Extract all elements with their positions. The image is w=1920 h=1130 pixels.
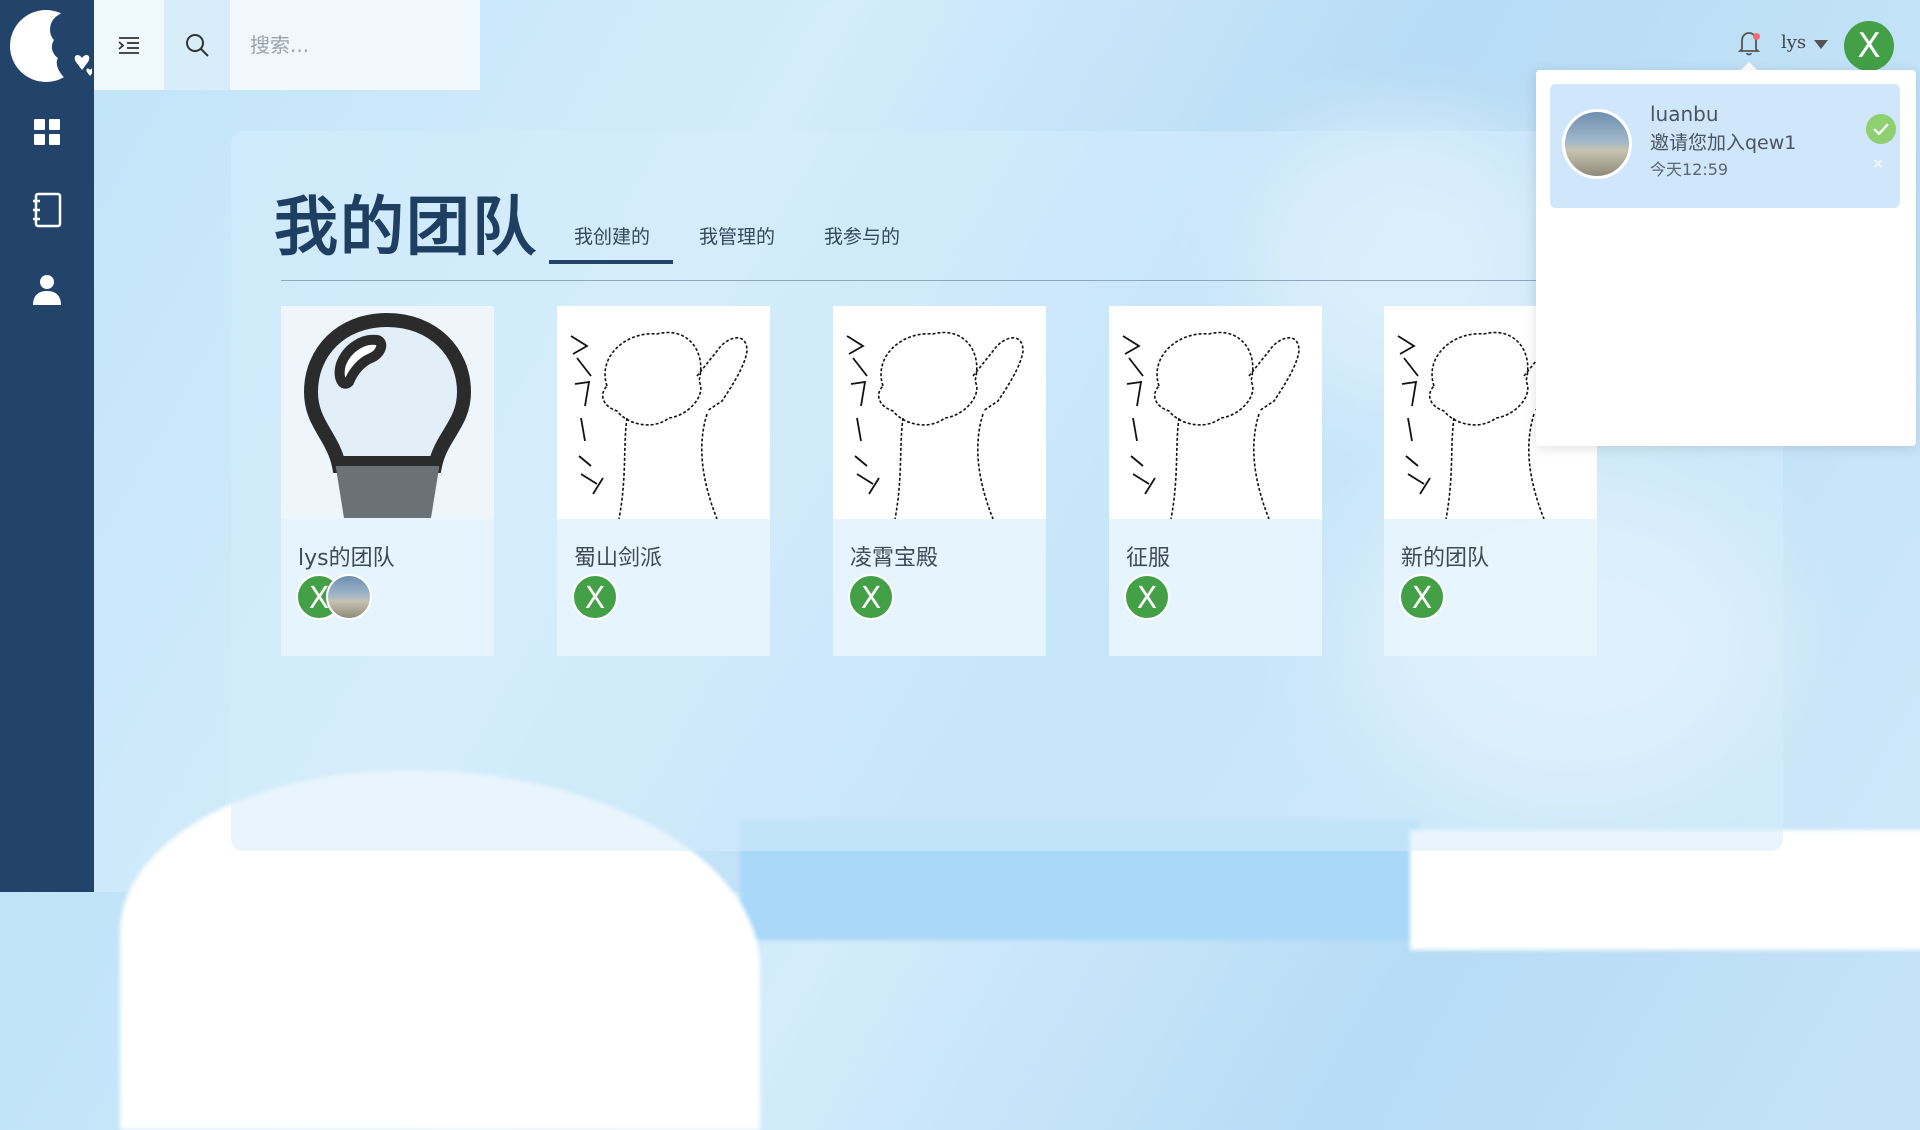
team-name: lys的团队 xyxy=(298,546,395,571)
team-name: 蜀山剑派 xyxy=(574,546,663,571)
notification-time: 今天12:59 xyxy=(1650,160,1729,179)
search-button[interactable] xyxy=(164,0,230,90)
search-input[interactable] xyxy=(230,0,480,90)
dashboard-icon[interactable] xyxy=(27,112,67,152)
sketch-image xyxy=(846,331,1024,519)
team-image xyxy=(833,306,1046,519)
team-name: 凌霄宝殿 xyxy=(850,546,939,571)
team-name: 新的团队 xyxy=(1401,546,1490,571)
team-image xyxy=(281,306,494,519)
team-name: 征服 xyxy=(1126,546,1171,571)
reject-button[interactable]: × xyxy=(1872,156,1884,172)
member-avatar: X xyxy=(572,574,618,620)
active-tab-indicator xyxy=(549,260,673,264)
notification-message: 邀请您加入qew1 xyxy=(1650,132,1797,154)
menu-toggle-button[interactable] xyxy=(94,0,164,90)
team-image xyxy=(1109,306,1322,519)
member-avatar-photo xyxy=(326,574,372,620)
team-card[interactable]: 蜀山剑派 X xyxy=(557,306,770,656)
tab-managed[interactable]: 我管理的 xyxy=(699,222,775,249)
notification-dot xyxy=(1753,33,1760,40)
divider xyxy=(281,280,1541,281)
team-card[interactable]: 征服 X xyxy=(1109,306,1322,656)
team-image xyxy=(557,306,770,519)
user-avatar[interactable]: X xyxy=(1844,21,1894,71)
sender-avatar xyxy=(1562,109,1632,179)
sketch-image xyxy=(1122,331,1300,519)
indent-icon xyxy=(118,37,139,54)
search-icon xyxy=(186,34,209,57)
tab-created[interactable]: 我创建的 xyxy=(574,222,650,249)
user-icon[interactable] xyxy=(27,269,67,309)
page-title: 我的团队 xyxy=(274,191,538,265)
user-name[interactable]: lys xyxy=(1781,32,1806,53)
member-avatar: X xyxy=(1399,574,1445,620)
notification-sender: luanbu xyxy=(1650,102,1719,126)
check-icon xyxy=(1873,123,1889,135)
lightbulb-icon xyxy=(281,306,494,519)
notification-item[interactable]: luanbu 邀请您加入qew1 今天12:59 × xyxy=(1550,84,1900,208)
notebook-icon[interactable] xyxy=(27,190,67,230)
accept-button[interactable] xyxy=(1866,114,1896,144)
logo[interactable] xyxy=(8,6,94,86)
member-avatar: X xyxy=(1124,574,1170,620)
caret-down-icon[interactable] xyxy=(1814,35,1828,54)
member-avatar: X xyxy=(848,574,894,620)
tab-joined[interactable]: 我参与的 xyxy=(824,222,900,249)
sketch-image xyxy=(570,331,748,519)
notification-panel: luanbu 邀请您加入qew1 今天12:59 × xyxy=(1536,70,1916,446)
team-card[interactable]: 凌霄宝殿 X xyxy=(833,306,1046,656)
sidebar xyxy=(0,0,94,892)
team-card[interactable]: lys的团队 X xyxy=(281,306,494,656)
